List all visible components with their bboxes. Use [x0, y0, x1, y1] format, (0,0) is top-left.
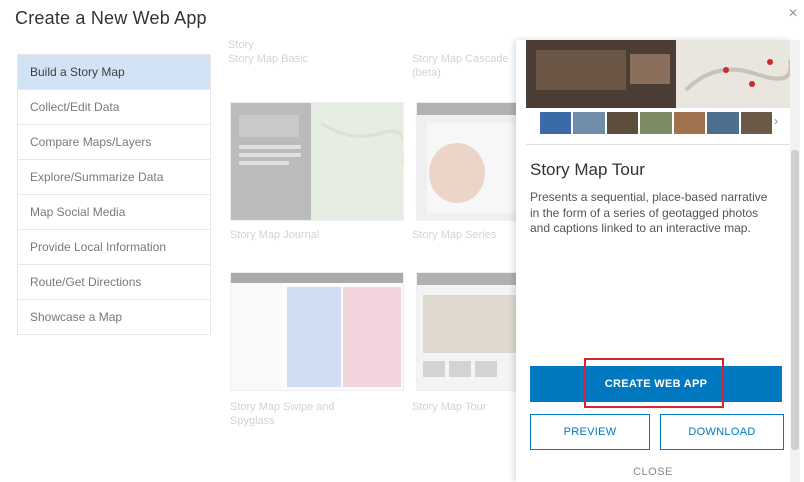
close-icon[interactable]: ✕ [788, 6, 798, 20]
template-thumb-swipe[interactable] [230, 272, 404, 391]
photo-thumbnail-strip [540, 112, 772, 134]
sidebar-item-build-story-map[interactable]: Build a Story Map [18, 55, 210, 90]
swipe-preview-image [231, 273, 403, 390]
panel-scrollbar[interactable] [790, 40, 800, 482]
scrollbar-thumb[interactable] [791, 150, 799, 450]
app-detail-panel: › Story Map Tour Presents a sequential, … [516, 40, 790, 482]
chevron-right-icon[interactable]: › [774, 114, 778, 128]
template-thumb-tour[interactable] [416, 272, 528, 391]
strip-photo[interactable] [707, 112, 739, 134]
strip-photo[interactable] [606, 112, 639, 134]
download-button[interactable]: DOWNLOAD [660, 414, 784, 450]
sidebar-item-map-social-media[interactable]: Map Social Media [18, 195, 210, 230]
app-title: Story Map Tour [530, 160, 645, 179]
close-button[interactable]: CLOSE [516, 466, 790, 478]
strip-photo[interactable] [673, 112, 706, 134]
template-thumb-series[interactable] [416, 102, 528, 221]
preview-button[interactable]: PREVIEW [530, 414, 650, 450]
journal-preview-image [231, 103, 403, 220]
story-map-tour-preview [526, 40, 790, 108]
gallery-caption-partial: Story [228, 39, 254, 51]
create-web-app-button[interactable]: CREATE WEB APP [530, 366, 782, 402]
gallery-caption-tour[interactable]: Story Map Tour [412, 400, 486, 414]
gallery-caption-cascade[interactable]: Story Map Cascade (beta) [412, 52, 512, 80]
tour-hero-image [526, 40, 790, 108]
tour-preview-image [417, 273, 527, 390]
strip-photo[interactable] [740, 112, 772, 134]
template-gallery: Story Story Map Basic Story Map Cascade … [222, 36, 528, 476]
strip-photo[interactable] [573, 112, 605, 134]
category-sidebar: Build a Story Map Collect/Edit Data Comp… [17, 54, 211, 335]
sidebar-item-compare-maps-layers[interactable]: Compare Maps/Layers [18, 125, 210, 160]
sidebar-item-provide-local-information[interactable]: Provide Local Information [18, 230, 210, 265]
strip-photo[interactable] [540, 112, 572, 134]
template-thumb-journal[interactable] [230, 102, 404, 221]
divider [526, 144, 790, 145]
sidebar-item-explore-summarize-data[interactable]: Explore/Summarize Data [18, 160, 210, 195]
gallery-caption-swipe[interactable]: Story Map Swipe and Spyglass [230, 400, 380, 428]
app-description: Presents a sequential, place-based narra… [530, 190, 768, 235]
sidebar-item-showcase-a-map[interactable]: Showcase a Map [18, 300, 210, 335]
sidebar-item-collect-edit-data[interactable]: Collect/Edit Data [18, 90, 210, 125]
gallery-caption-series[interactable]: Story Map Series [412, 228, 496, 242]
sidebar-item-route-get-directions[interactable]: Route/Get Directions [18, 265, 210, 300]
strip-photo[interactable] [640, 112, 672, 134]
dialog-title: Create a New Web App [15, 8, 207, 28]
gallery-caption-basic[interactable]: Story Map Basic [228, 52, 308, 66]
gallery-caption-journal[interactable]: Story Map Journal [230, 228, 319, 242]
series-preview-image [417, 103, 527, 220]
